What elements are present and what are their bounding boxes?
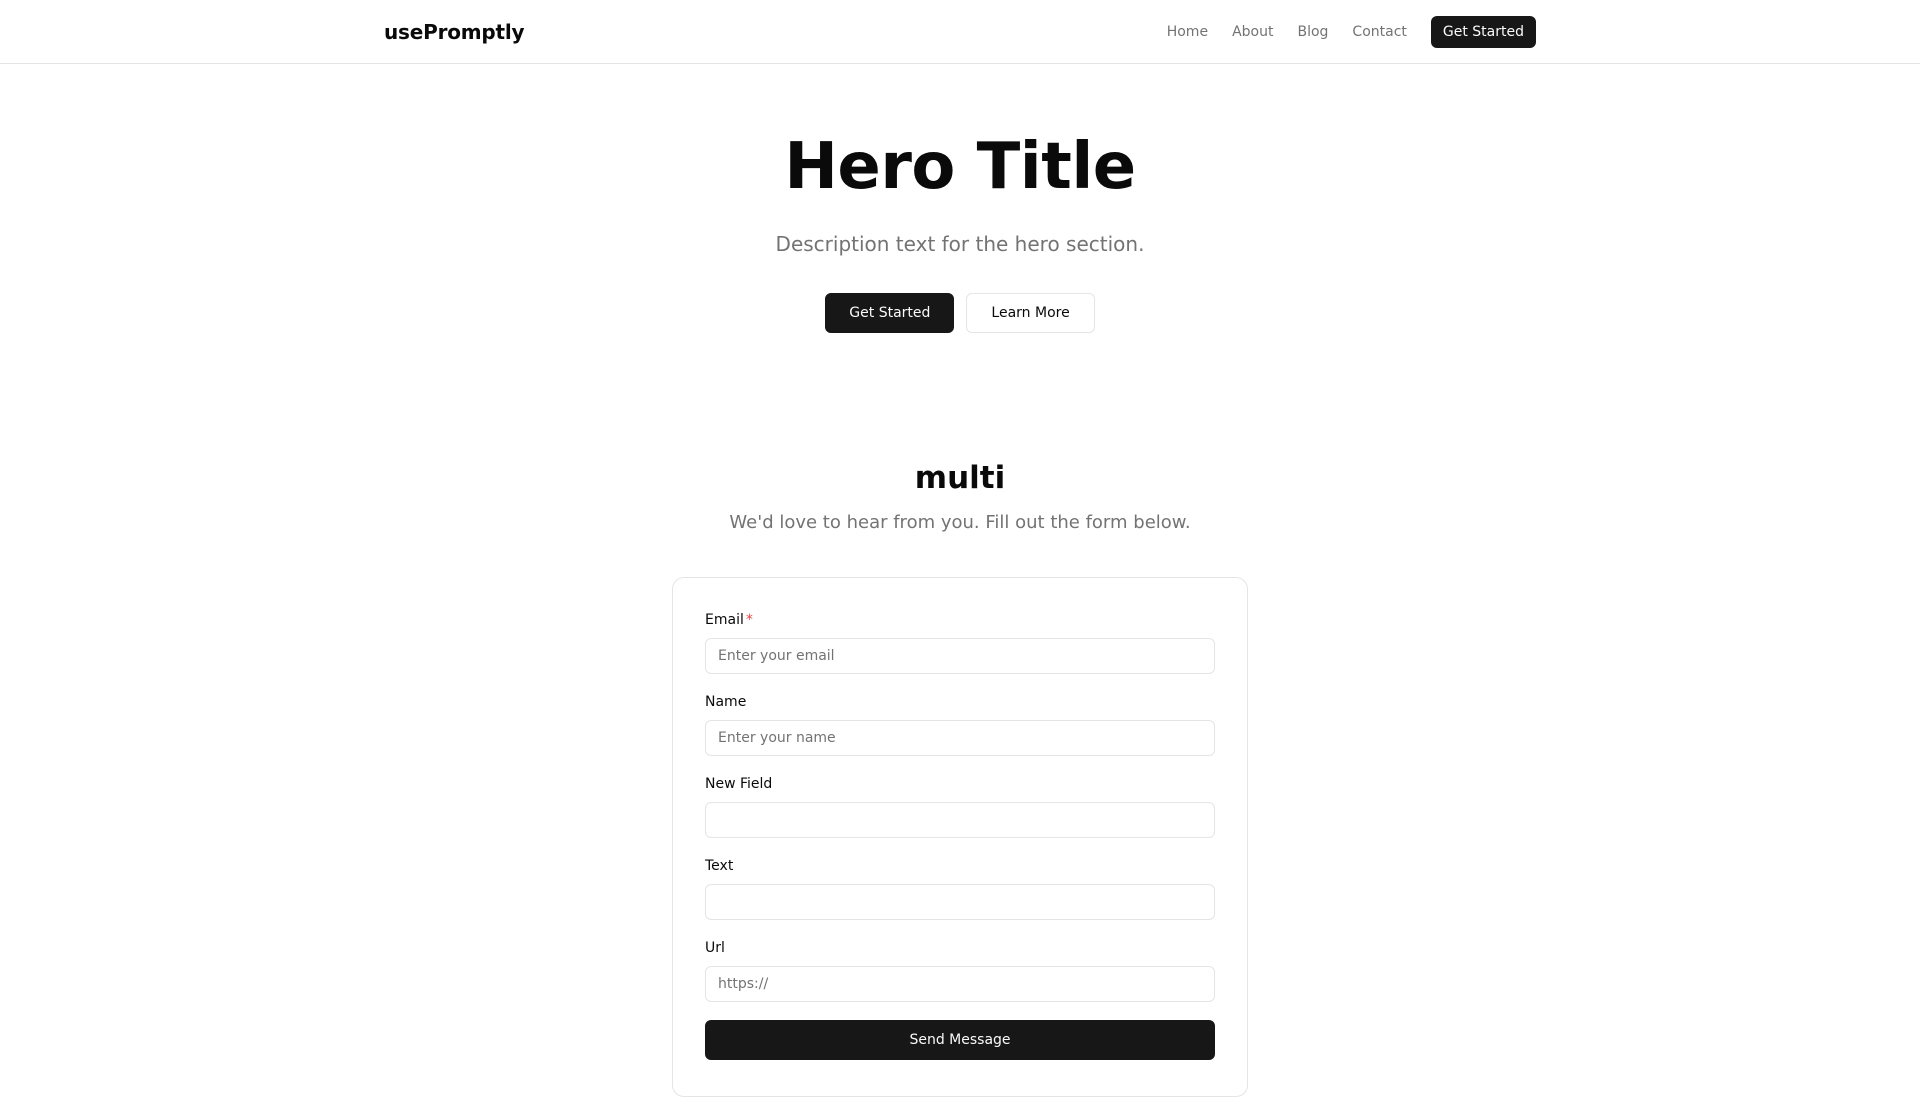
required-indicator: * <box>745 612 753 628</box>
hero-section: Hero Title Description text for the hero… <box>0 64 1920 384</box>
nav-link-home[interactable]: Home <box>1167 24 1208 40</box>
brand-logo[interactable]: usePromptly <box>384 20 525 44</box>
text-field-group: Text <box>705 856 1215 920</box>
text-label: Text <box>705 858 734 874</box>
hero-learn-more-button[interactable]: Learn More <box>966 293 1095 333</box>
hero-get-started-button[interactable]: Get Started <box>825 293 955 333</box>
name-field-group: Name <box>705 692 1215 756</box>
hero-title: Hero Title <box>784 130 1136 204</box>
email-field-group: Email * <box>705 610 1215 674</box>
new-field-group: New Field <box>705 774 1215 838</box>
send-message-button[interactable]: Send Message <box>705 1020 1215 1060</box>
contact-title: multi <box>914 460 1006 496</box>
nav-link-about[interactable]: About <box>1232 24 1273 40</box>
url-input[interactable] <box>705 966 1215 1002</box>
contact-form-card: Email* Name New Field Text Url Send Mess… <box>672 577 1248 1097</box>
header-inner: usePromptly Home About Blog Contact Get … <box>384 0 1536 64</box>
nav-link-blog[interactable]: Blog <box>1297 24 1328 40</box>
email-input[interactable] <box>705 638 1215 674</box>
url-label: Url <box>705 940 725 956</box>
new-field-label: New Field <box>705 776 773 792</box>
contact-description: We'd love to hear from you. Fill out the… <box>729 512 1191 533</box>
name-input[interactable] <box>705 720 1215 756</box>
email-label-text: Email <box>705 612 744 628</box>
main-nav: Home About Blog Contact Get Started <box>1167 16 1536 48</box>
new-field-input[interactable] <box>705 802 1215 838</box>
nav-link-contact[interactable]: Contact <box>1352 24 1406 40</box>
hero-actions: Get Started Learn More <box>0 293 1920 333</box>
url-field-group: Url <box>705 938 1215 1002</box>
site-header: usePromptly Home About Blog Contact Get … <box>0 0 1920 64</box>
name-label: Name <box>705 694 747 710</box>
header-get-started-button[interactable]: Get Started <box>1430 16 1536 48</box>
email-label: Email * <box>705 610 1215 630</box>
text-input[interactable] <box>705 884 1215 920</box>
hero-description: Description text for the hero section. <box>775 232 1145 256</box>
